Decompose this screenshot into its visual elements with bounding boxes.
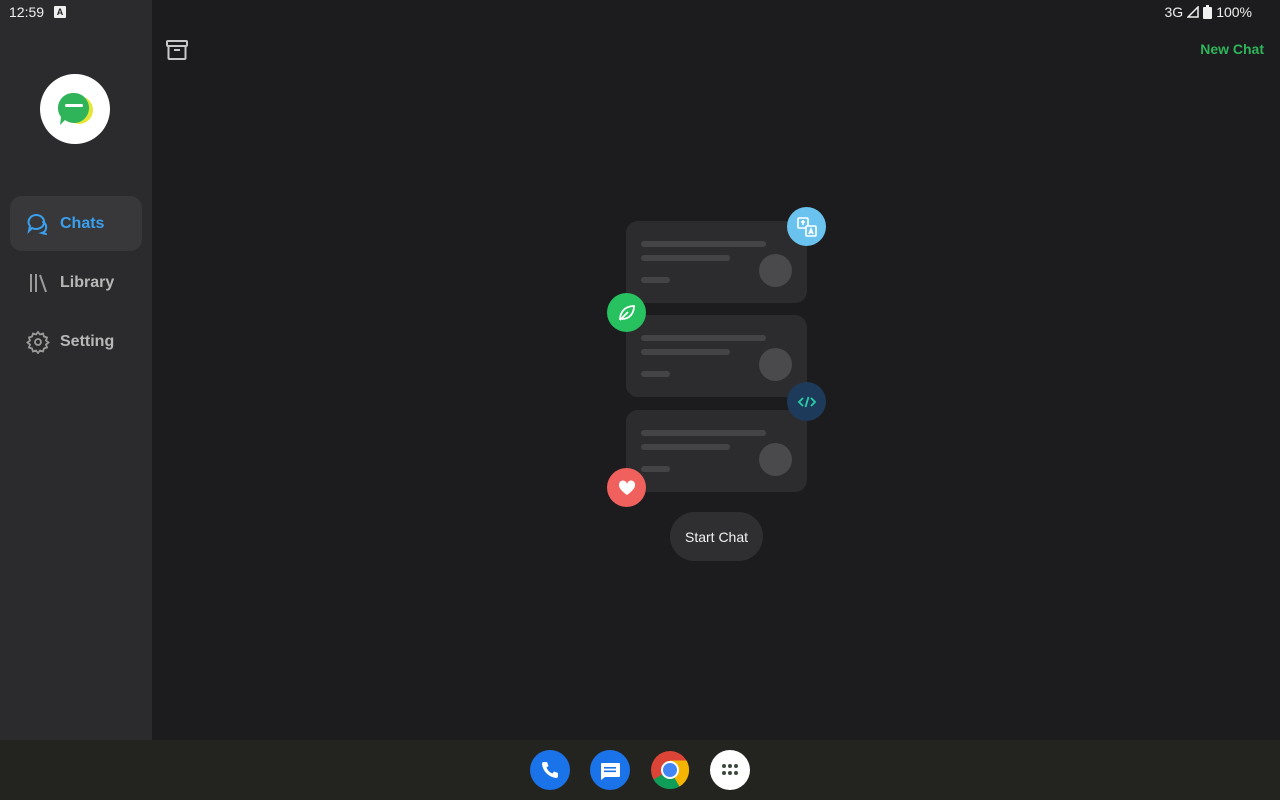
chrome-icon[interactable] [650,750,690,790]
placeholder-card [626,221,807,303]
new-chat-button[interactable]: New Chat [1200,41,1264,57]
start-chat-button[interactable]: Start Chat [670,512,763,561]
sidebar: Chats Library Setting [0,0,152,740]
leaf-icon [607,293,646,332]
sidebar-item-label: Setting [60,332,115,350]
sidebar-item-chats[interactable]: Chats [10,196,142,251]
phone-icon[interactable] [530,750,570,790]
taskbar [0,740,1280,800]
placeholder-card [626,315,807,397]
chat-bubble-icon [26,212,50,236]
chat-logo-icon [57,92,93,125]
archive-button[interactable] [164,37,190,63]
battery-level: 100% [1216,4,1252,20]
status-bar: 12:59 A 3G 100% [0,0,1280,24]
sidebar-item-setting[interactable]: Setting [10,314,142,369]
placeholder-card [626,410,807,492]
gear-icon [26,330,50,354]
sidebar-item-library[interactable]: Library [10,255,142,310]
sidebar-item-label: Library [60,273,115,291]
signal-icon [1187,6,1199,18]
app-drawer-icon[interactable] [710,750,750,790]
network-type: 3G [1164,4,1184,20]
app-root: Chats Library Setting 12:59 A 3G 100% Ne… [0,0,1280,800]
battery-icon [1203,5,1213,19]
translate-icon [787,207,826,246]
notification-a-icon: A [54,6,67,18]
messages-icon[interactable] [590,750,630,790]
sidebar-nav: Chats Library Setting [10,196,142,373]
library-icon [26,271,50,295]
archive-icon [166,40,188,60]
app-logo [40,74,110,144]
heart-icon [607,468,646,507]
code-icon [787,382,826,421]
sidebar-item-label: Chats [60,214,105,232]
status-time: 12:59 [9,4,45,20]
